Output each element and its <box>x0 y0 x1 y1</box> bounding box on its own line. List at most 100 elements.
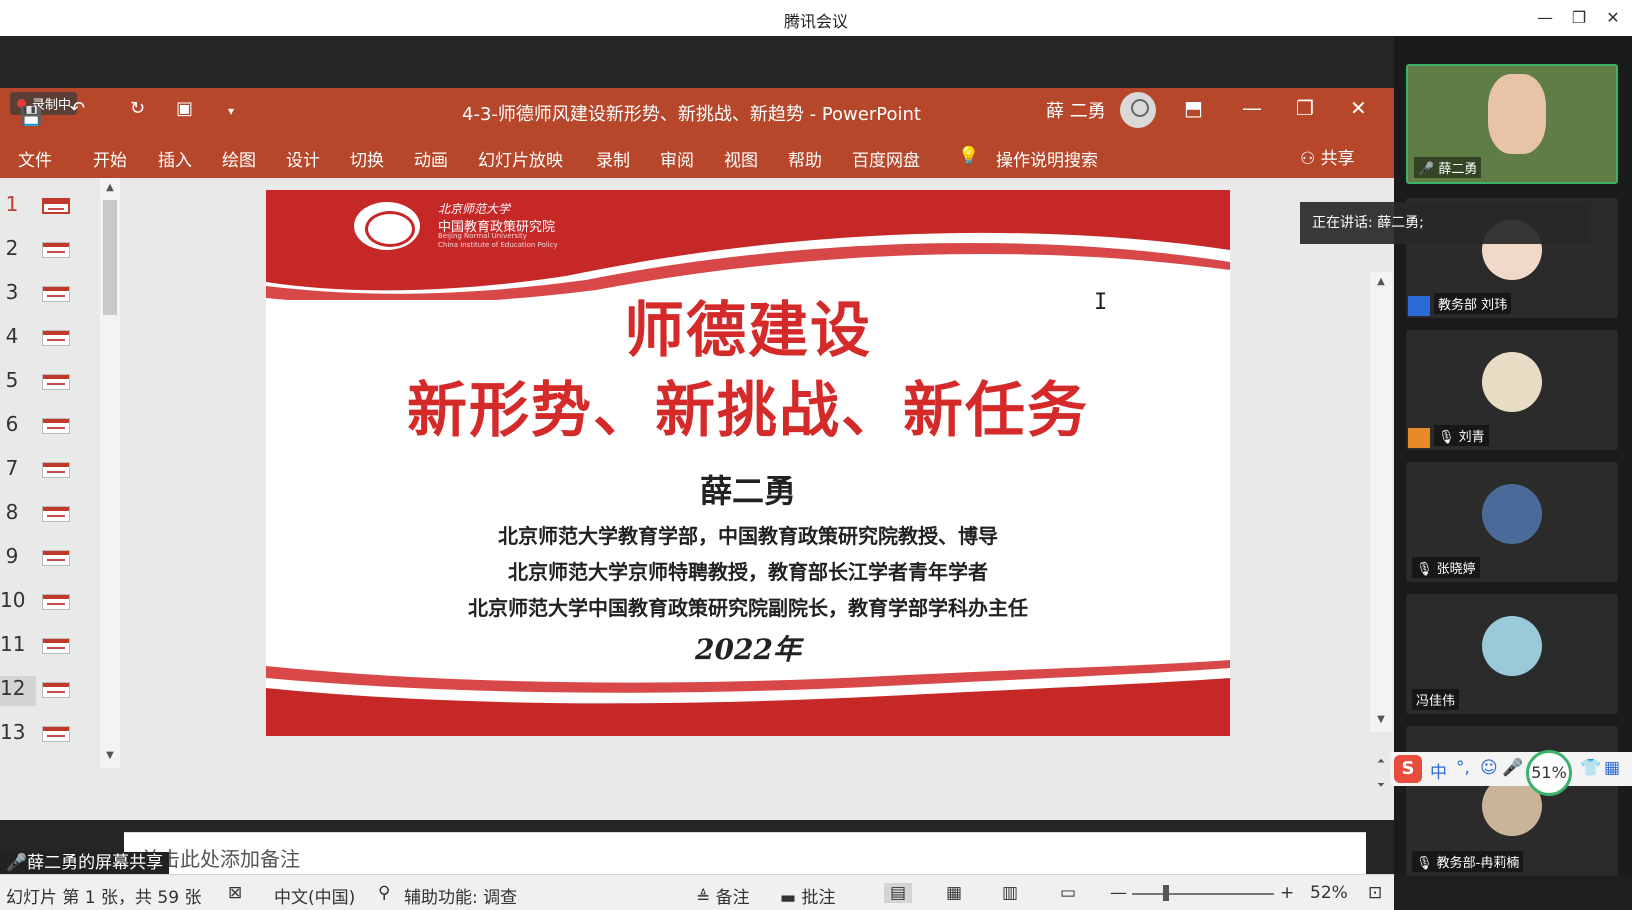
ppt-title-bar: 录制中 💾 ↶ ↻ ▣ ▾ 4-3-师德师风建设新形势、新挑战、新趋势 - Po… <box>0 88 1394 134</box>
participant-tile[interactable]: 🎙 张晓婷 <box>1406 462 1618 582</box>
language-indicator[interactable]: 中文(中国) <box>274 883 355 908</box>
slide-scrollbar[interactable]: ▲ ▼ <box>1370 272 1392 732</box>
thumbnail-9[interactable]: 9 <box>0 544 100 574</box>
slide-affiliation-1: 北京师范大学教育学部，中国教育政策研究院教授、博导 <box>498 524 998 548</box>
participant-tile[interactable]: 冯佳伟 <box>1406 594 1618 714</box>
thumbnail-3[interactable]: 3 <box>0 280 100 310</box>
ribbon-display-options-icon[interactable]: ⬒ <box>1184 96 1203 120</box>
scroll-down-arrow-icon[interactable]: ▼ <box>102 748 118 764</box>
ppt-close-icon[interactable]: ✕ <box>1350 96 1367 120</box>
slide-canvas[interactable]: 北京师范大学 中国教育政策研究院 Beijing Normal Universi… <box>266 190 1230 736</box>
normal-view-icon[interactable]: ▤ <box>884 883 913 903</box>
thumbnail-number: 3 <box>5 280 19 304</box>
participant-tile[interactable]: 🎙 教务部-冉莉楠 <box>1406 726 1618 876</box>
accessibility-icon: ⚲ <box>378 883 391 903</box>
tab-animations[interactable]: 动画 <box>414 146 448 171</box>
participant-tile[interactable]: 🎙 刘青 <box>1406 330 1618 450</box>
next-slide-icon[interactable]: ⏷ <box>1373 778 1389 794</box>
accessibility-status[interactable]: 辅助功能: 调查 <box>404 883 517 908</box>
tab-baidu-netdisk[interactable]: 百度网盘 <box>852 146 920 171</box>
scroll-up-arrow-icon[interactable]: ▲ <box>102 180 118 196</box>
thumbnail-1[interactable]: 1 <box>0 192 100 222</box>
participant-name: 🎙 刘青 <box>1434 425 1489 446</box>
participant-tile[interactable]: 🎤 薛二勇 <box>1406 64 1618 184</box>
thumbnail-12[interactable]: 12 <box>0 676 70 706</box>
ime-chinese-mode[interactable]: 中 <box>1430 758 1447 783</box>
thumbnail-2[interactable]: 2 <box>0 236 100 266</box>
thumbnail-image <box>42 726 70 742</box>
notes-pane[interactable]: 单击此处添加备注 <box>124 832 1366 874</box>
tab-file[interactable]: 文件 <box>18 146 52 171</box>
tab-record[interactable]: 录制 <box>596 146 630 171</box>
redo-icon[interactable]: ↻ <box>130 98 145 119</box>
close-button[interactable]: ✕ <box>1598 6 1628 30</box>
fit-to-window-icon[interactable]: ⊡ <box>1368 883 1382 903</box>
thumbnail-image <box>42 286 70 302</box>
ime-skin-icon[interactable]: 👕 <box>1580 758 1601 778</box>
thumbnail-number: 10 <box>0 588 26 612</box>
tab-review[interactable]: 审阅 <box>660 146 694 171</box>
minimize-button[interactable]: — <box>1530 6 1560 30</box>
undo-icon[interactable]: ↶ <box>70 98 85 119</box>
scroll-down-arrow-icon[interactable]: ▼ <box>1373 712 1389 728</box>
participant-name-text: 薛二勇 <box>1438 162 1478 177</box>
thumbnail-13[interactable]: 13 <box>0 720 100 750</box>
thumbnail-4[interactable]: 4 <box>0 324 100 354</box>
sogou-logo-icon[interactable]: S <box>1394 755 1422 783</box>
share-label: 共享 <box>1320 149 1355 169</box>
tell-me-search[interactable]: 操作说明搜索 <box>996 146 1098 171</box>
slideshow-from-start-icon[interactable]: ▣ <box>176 98 193 119</box>
comments-toggle[interactable]: ▬ 批注 <box>780 883 835 908</box>
scrollbar-thumb[interactable] <box>103 200 117 315</box>
zoom-slider-track[interactable] <box>1132 893 1274 895</box>
tab-design[interactable]: 设计 <box>286 146 320 171</box>
tab-view[interactable]: 视图 <box>724 146 758 171</box>
thumbnail-image <box>42 198 70 214</box>
ime-toolbox-icon[interactable]: ▦ <box>1604 758 1620 778</box>
customize-quick-access-icon[interactable]: ▾ <box>228 104 234 118</box>
reading-view-icon[interactable]: ▥ <box>1002 883 1018 903</box>
slide-sorter-icon[interactable]: ▦ <box>946 883 962 903</box>
thumbnail-number: 4 <box>5 324 19 348</box>
ppt-minimize-icon[interactable]: — <box>1242 96 1262 120</box>
ime-punctuation-icon[interactable]: °, <box>1456 758 1470 778</box>
ime-voice-icon[interactable]: 🎤 <box>1502 758 1523 778</box>
zoom-slider-handle[interactable] <box>1163 885 1169 901</box>
thumbnails-scrollbar[interactable]: ▲ ▼ <box>100 178 120 768</box>
thumbnail-6[interactable]: 6 <box>0 412 100 442</box>
thumbnail-11[interactable]: 11 <box>0 632 100 662</box>
ime-emoji-icon[interactable]: ☺ <box>1480 758 1498 778</box>
tab-transitions[interactable]: 切换 <box>350 146 384 171</box>
thumbnail-10[interactable]: 10 <box>0 588 100 618</box>
share-button[interactable]: ⚇ 共享 <box>1300 144 1355 169</box>
ime-toolbar[interactable]: S 中 °, ☺ 🎤 51% 👕 ▦ <box>1390 750 1632 796</box>
ppt-restore-icon[interactable]: ❐ <box>1296 96 1314 120</box>
thumbnail-7[interactable]: 7 <box>0 456 100 486</box>
account-name[interactable]: 薛 二勇 <box>1046 97 1106 123</box>
scroll-up-arrow-icon[interactable]: ▲ <box>1373 274 1389 290</box>
account-avatar[interactable] <box>1120 92 1156 128</box>
save-icon[interactable]: 💾 <box>20 106 42 127</box>
thumbnail-number: 1 <box>5 192 19 216</box>
tab-help[interactable]: 帮助 <box>788 146 822 171</box>
thumbnail-8[interactable]: 8 <box>0 500 100 530</box>
tab-slideshow[interactable]: 幻灯片放映 <box>478 146 563 171</box>
tab-insert[interactable]: 插入 <box>158 146 192 171</box>
slideshow-view-icon[interactable]: ▭ <box>1060 883 1076 903</box>
notes-toggle[interactable]: ≜ 备注 <box>696 883 750 908</box>
ribbon-tabs: 文件 开始 插入 绘图 设计 切换 动画 幻灯片放映 录制 审阅 视图 帮助 百… <box>0 134 1394 178</box>
thumbnail-number: 13 <box>0 720 26 744</box>
previous-slide-icon[interactable]: ⏶ <box>1373 754 1389 770</box>
zoom-out-button[interactable]: — <box>1110 883 1127 903</box>
tab-draw[interactable]: 绘图 <box>222 146 256 171</box>
tab-home[interactable]: 开始 <box>93 146 127 171</box>
zoom-in-button[interactable]: + <box>1280 883 1294 903</box>
status-bar: 幻灯片 第 1 张，共 59 张 ⊠ 中文(中国) ⚲ 辅助功能: 调查 ≜ 备… <box>0 874 1394 910</box>
thumbnail-image <box>42 374 70 390</box>
thumbnail-5[interactable]: 5 <box>0 368 100 398</box>
spellcheck-icon[interactable]: ⊠ <box>228 883 242 903</box>
restore-button[interactable]: ❐ <box>1564 6 1594 30</box>
participant-name-text: 刘青 <box>1458 430 1485 445</box>
institute-name-en-line: China Institute of Education Policy <box>438 241 558 249</box>
zoom-level[interactable]: 52% <box>1310 883 1348 903</box>
